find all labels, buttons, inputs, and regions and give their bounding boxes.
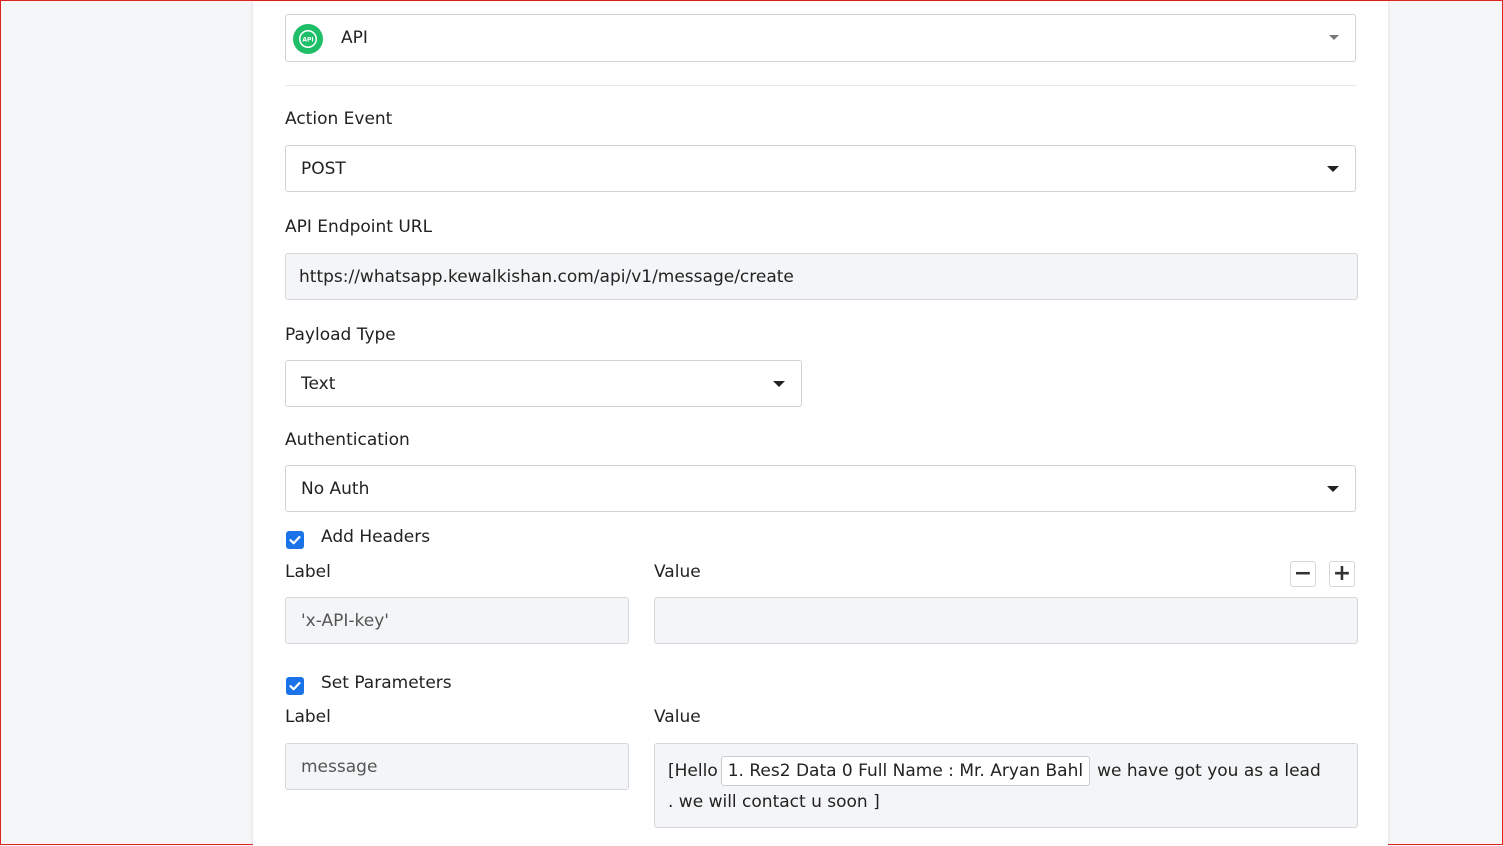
parameter-value-suffix: we have got you as a lead bbox=[1097, 761, 1321, 781]
divider bbox=[285, 85, 1356, 86]
check-icon bbox=[289, 681, 301, 691]
plus-icon: + bbox=[1332, 561, 1352, 586]
payload-type-select[interactable]: Text bbox=[285, 360, 802, 407]
add-headers-label: Add Headers bbox=[321, 527, 431, 547]
parameter-value-textarea[interactable]: [Hello 1. Res2 Data 0 Full Name : Mr. Ary… bbox=[654, 743, 1358, 828]
authentication-label: Authentication bbox=[285, 430, 410, 450]
app-select-value: API bbox=[341, 28, 368, 48]
app-select[interactable]: API API bbox=[285, 14, 1356, 62]
chevron-down-icon bbox=[1327, 165, 1339, 172]
action-event-select[interactable]: POST bbox=[285, 145, 1356, 192]
parameters-label-column-header: Label bbox=[285, 707, 331, 727]
endpoint-input[interactable]: https://whatsapp.kewalkishan.com/api/v1/… bbox=[285, 253, 1358, 300]
add-headers-checkbox[interactable] bbox=[286, 531, 304, 549]
chevron-down-icon bbox=[1327, 485, 1339, 492]
authentication-value: No Auth bbox=[301, 478, 370, 499]
chevron-down-icon bbox=[1329, 35, 1339, 40]
header-label-input[interactable]: 'x-API-key' bbox=[285, 597, 629, 644]
header-label-value: 'x-API-key' bbox=[301, 610, 389, 631]
add-header-button[interactable]: + bbox=[1329, 561, 1355, 587]
header-value-input[interactable] bbox=[654, 597, 1358, 644]
payload-type-label: Payload Type bbox=[285, 325, 396, 345]
chevron-down-icon bbox=[773, 380, 785, 387]
endpoint-label: API Endpoint URL bbox=[285, 217, 433, 237]
parameter-label-value: message bbox=[301, 756, 378, 777]
parameter-label-input[interactable]: message bbox=[285, 743, 629, 790]
headers-value-column-header: Value bbox=[654, 562, 701, 582]
form-card: API API Action Event POST API Endpoint U… bbox=[253, 1, 1388, 846]
action-event-value: POST bbox=[301, 158, 346, 179]
parameter-value-suffix-line2: . we will contact u soon ] bbox=[668, 792, 880, 812]
payload-type-value: Text bbox=[301, 373, 336, 394]
parameters-value-column-header: Value bbox=[654, 707, 701, 727]
set-parameters-checkbox[interactable] bbox=[286, 677, 304, 695]
api-icon: API bbox=[293, 24, 323, 54]
minus-icon: − bbox=[1293, 561, 1313, 586]
field-token-chip[interactable]: 1. Res2 Data 0 Full Name : Mr. Aryan Bah… bbox=[720, 756, 1091, 786]
set-parameters-label: Set Parameters bbox=[321, 673, 452, 693]
authentication-select[interactable]: No Auth bbox=[285, 465, 1356, 512]
action-event-label: Action Event bbox=[285, 109, 393, 129]
check-icon bbox=[289, 535, 301, 545]
headers-label-column-header: Label bbox=[285, 562, 331, 582]
parameter-value-prefix: [Hello bbox=[668, 761, 718, 781]
remove-header-button[interactable]: − bbox=[1290, 561, 1316, 587]
svg-text:API: API bbox=[302, 37, 313, 44]
endpoint-value: https://whatsapp.kewalkishan.com/api/v1/… bbox=[299, 266, 794, 287]
